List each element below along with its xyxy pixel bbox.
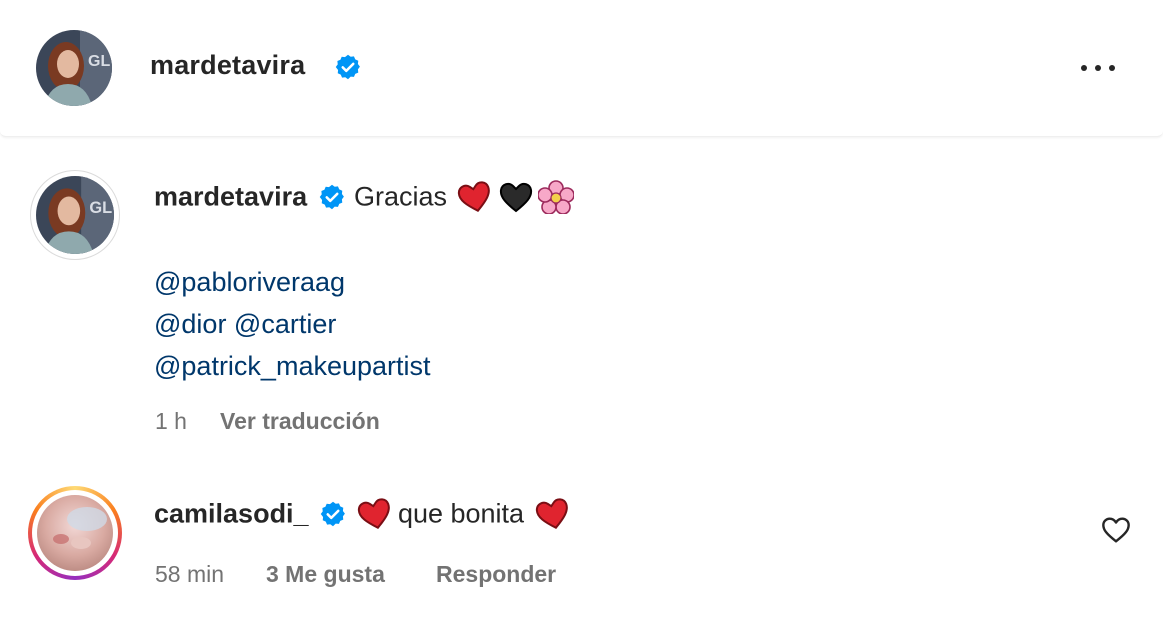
comment-likes[interactable]: 3 Me gusta (266, 561, 385, 588)
avatar[interactable]: GL (36, 30, 112, 106)
svg-text:GL: GL (88, 53, 110, 70)
cherry-blossom-emoji (538, 180, 575, 214)
red-heart-emoji (535, 498, 568, 529)
caption-username[interactable]: mardetavira (154, 182, 307, 212)
caption-timestamp[interactable]: 1 h (155, 408, 187, 435)
translate-link[interactable]: Ver traducción (220, 408, 380, 435)
red-heart-emoji (458, 181, 491, 212)
caption-text: Gracias (354, 181, 448, 212)
reply-button[interactable]: Responder (436, 561, 556, 588)
avatar[interactable] (37, 495, 113, 571)
post-header: GL mardetavira (0, 0, 1163, 137)
verified-badge-icon (335, 54, 360, 80)
heart-outline-icon[interactable] (1100, 514, 1132, 546)
caption-mention[interactable]: @patrick_makeupartist (154, 351, 431, 382)
verified-badge-icon (320, 501, 345, 527)
comment-timestamp[interactable]: 58 min (155, 561, 224, 588)
caption-mention[interactable]: @dior @cartier (154, 309, 336, 340)
caption-mention[interactable]: @pabloriveraag (154, 267, 345, 298)
black-heart-emoji (499, 182, 532, 213)
comment-username[interactable]: camilasodi_ (154, 499, 309, 529)
more-options-icon[interactable] (1076, 50, 1120, 86)
svg-text:GL: GL (89, 199, 112, 217)
verified-badge-icon (319, 184, 344, 210)
avatar[interactable]: GL (36, 176, 114, 254)
caption-line: mardetavira Gracias (154, 180, 575, 218)
comment-text: que bonita (397, 498, 525, 529)
comment-line: camilasodi_ que bonita (154, 498, 571, 536)
header-username[interactable]: mardetavira (150, 50, 305, 81)
red-heart-emoji (358, 498, 391, 529)
